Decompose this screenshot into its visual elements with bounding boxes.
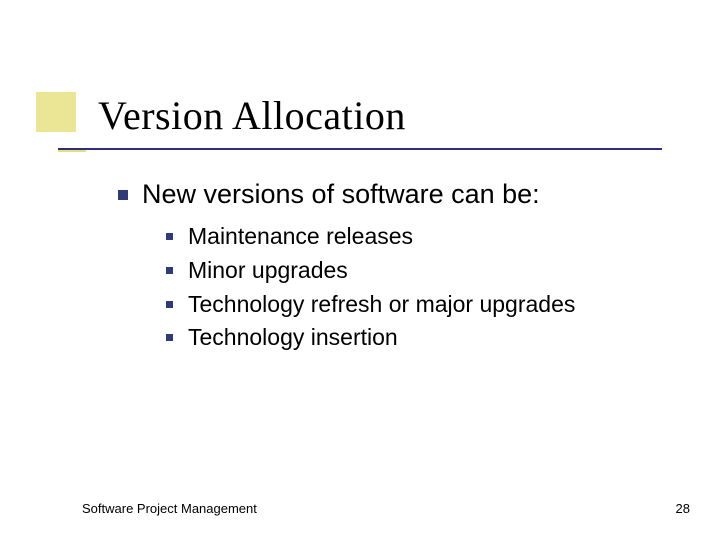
list-item: Technology insertion [166, 323, 678, 353]
footer-text: Software Project Management [82, 501, 257, 516]
square-bullet-icon [166, 267, 173, 274]
slide-title: Version Allocation [98, 92, 406, 139]
square-bullet-icon [166, 233, 173, 240]
list-item-text: Maintenance releases [188, 222, 678, 252]
list-item: Maintenance releases [166, 222, 678, 252]
list-item-text: Technology insertion [188, 323, 678, 353]
list-item-text: Technology refresh or major upgrades [188, 290, 678, 320]
title-underline [58, 148, 662, 150]
slide-body: New versions of software can be: Mainten… [118, 178, 678, 367]
list-item: New versions of software can be: Mainten… [118, 178, 678, 353]
square-bullet-icon [166, 301, 173, 308]
list-item: Minor upgrades [166, 256, 678, 286]
title-underline-accent [58, 150, 86, 152]
slide: Version Allocation New versions of softw… [0, 0, 720, 540]
list-item: Technology refresh or major upgrades [166, 290, 678, 320]
page-number: 28 [676, 501, 690, 516]
square-bullet-icon [166, 334, 173, 341]
title-accent-box [36, 92, 76, 132]
list-item-text: Minor upgrades [188, 256, 678, 286]
square-bullet-icon [118, 190, 128, 200]
sublist: Maintenance releases Minor upgrades Tech… [166, 222, 678, 354]
list-item-text: New versions of software can be: [142, 178, 678, 212]
